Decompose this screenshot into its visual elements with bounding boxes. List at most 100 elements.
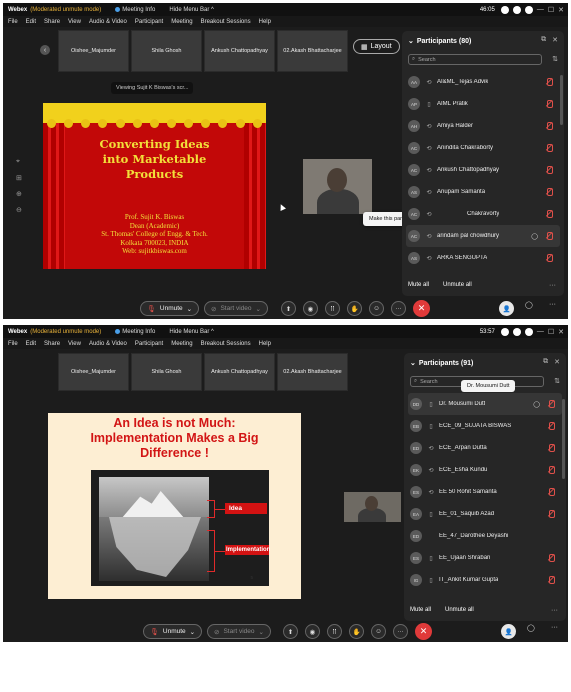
menu-audio-video[interactable]: Audio & Video — [89, 341, 127, 347]
list-item[interactable]: AH ⟲ Amiya Halder — [406, 115, 560, 137]
share-icon[interactable]: ⬆ — [281, 301, 296, 316]
list-item[interactable]: AS ⟲ Anupam Samanta — [406, 181, 560, 203]
speaker-video[interactable] — [344, 492, 401, 522]
minimize-button[interactable]: — — [537, 328, 544, 335]
list-item[interactable]: AP ▯ AIML Pratik — [406, 93, 560, 115]
meeting-info-button[interactable]: Meeting Info — [115, 7, 155, 13]
record-icon[interactable]: ◉ — [303, 301, 318, 316]
mic-muted-icon[interactable] — [546, 210, 553, 218]
more-icon[interactable]: ··· — [549, 301, 556, 308]
mic-muted-icon[interactable] — [548, 554, 555, 562]
zoom-out-icon[interactable]: ⊖ — [16, 206, 22, 214]
menu-edit[interactable]: Edit — [26, 19, 36, 25]
search-input[interactable]: ⌕ Search — [408, 54, 542, 65]
pointer-icon[interactable]: ⌖ — [16, 158, 22, 166]
more-options-icon[interactable]: ··· — [393, 624, 408, 639]
mic-muted-icon[interactable] — [548, 576, 555, 584]
thumbnail-tile[interactable]: Shila Ghosh — [131, 353, 202, 391]
mic-muted-icon[interactable] — [546, 100, 553, 108]
more-icon[interactable]: ··· — [551, 607, 558, 614]
menu-view[interactable]: View — [68, 19, 81, 25]
list-item[interactable]: AC ⟲ Anindita Chakraborty — [406, 137, 560, 159]
thumbnail-tile[interactable]: Shila Ghosh — [131, 30, 202, 72]
list-item[interactable]: AA ⟲ AI&ML_Tejas Advik — [406, 71, 560, 93]
list-item[interactable]: ED ⟲ ECE_Arpan Dutta — [408, 437, 562, 459]
chevron-down-icon[interactable]: ⌄ — [408, 37, 414, 45]
participants-icon[interactable]: 👤 — [501, 624, 516, 639]
close-icon[interactable]: ✕ — [552, 36, 558, 44]
mic-muted-icon[interactable] — [546, 188, 553, 196]
meeting-info-button[interactable]: Meeting Info — [115, 329, 155, 335]
menu-edit[interactable]: Edit — [26, 341, 36, 347]
participants-icon[interactable]: 👤 — [499, 301, 514, 316]
unmute-button[interactable]: 🎙 Unmute ⌄ — [140, 301, 200, 316]
menu-breakout[interactable]: Breakout Sessions — [201, 19, 251, 25]
thumbnail-tile[interactable]: 02.Akash Bhattacharjee — [277, 353, 348, 391]
thumbnail-tile[interactable]: Oishee_Majumder — [58, 30, 129, 72]
list-item[interactable]: ES ⟲ EE 50 Rohit Samanta — [408, 481, 562, 503]
menu-participant[interactable]: Participant — [135, 19, 163, 25]
close-window-button[interactable]: ✕ — [558, 328, 564, 336]
list-item[interactable]: IG ▯ IT_Ankit Kumar Gupta — [408, 569, 562, 591]
reactions-icon[interactable]: ☺ — [371, 624, 386, 639]
scrollbar[interactable] — [562, 399, 565, 479]
list-item[interactable]: EK ⟲ ECE_Esha Kundu — [408, 459, 562, 481]
fit-icon[interactable]: ⊞ — [16, 174, 22, 182]
unmute-button[interactable]: 🎙 Unmute ⌄ — [143, 624, 203, 639]
mute-all-button[interactable]: Mute all — [410, 607, 431, 613]
popout-icon[interactable]: ⧉ — [543, 358, 548, 366]
mic-muted-icon[interactable] — [548, 488, 555, 496]
menu-view[interactable]: View — [68, 341, 81, 347]
leave-meeting-button[interactable]: ✕ — [413, 300, 430, 317]
mic-muted-icon[interactable] — [548, 400, 555, 408]
hide-menu-bar-button[interactable]: Hide Menu Bar ^ — [169, 7, 214, 13]
chevron-down-icon[interactable]: ⌄ — [410, 359, 416, 367]
leave-meeting-button[interactable]: ✕ — [415, 623, 432, 640]
layout-button[interactable]: ▦ Layout — [353, 39, 400, 54]
chat-icon[interactable]: ◯ — [533, 401, 540, 408]
more-options-icon[interactable]: ··· — [391, 301, 406, 316]
zoom-in-icon[interactable]: ⊕ — [16, 190, 22, 198]
mic-muted-icon[interactable] — [548, 466, 555, 474]
maximize-button[interactable]: ☐ — [548, 6, 554, 14]
thumbnail-tile[interactable]: Ankush Chattopadhyay — [204, 353, 275, 391]
sort-icon[interactable]: ⇅ — [554, 377, 560, 385]
menu-meeting[interactable]: Meeting — [171, 341, 192, 347]
menu-meeting[interactable]: Meeting — [171, 19, 192, 25]
mic-muted-icon[interactable] — [548, 510, 555, 518]
raise-hand-icon[interactable]: ✋ — [347, 301, 362, 316]
start-video-button[interactable]: ⊘ Start video ⌄ — [207, 624, 271, 639]
unmute-all-button[interactable]: Unmute all — [445, 607, 474, 613]
apps-icon[interactable]: ⠿ — [325, 301, 340, 316]
list-item[interactable]: ES ▯ EE_Ujaan Shraban — [408, 547, 562, 569]
list-item[interactable]: DD ▯ Dr. Mousumi Dutt ◯ — [408, 393, 562, 415]
record-icon[interactable]: ◉ — [305, 624, 320, 639]
list-item[interactable]: EA ▯ EE_01_Saquib Azad — [408, 503, 562, 525]
popout-icon[interactable]: ⧉ — [541, 36, 546, 44]
unmute-all-button[interactable]: Unmute all — [443, 282, 472, 288]
list-item[interactable]: EB ▯ ECE_09_SUJATA BISWAS — [408, 415, 562, 437]
thumbnail-tile[interactable]: 02.Akash Bhattacharjee — [277, 30, 348, 72]
share-icon[interactable]: ⬆ — [283, 624, 298, 639]
chevron-left-icon[interactable]: ‹ — [40, 45, 50, 55]
mic-muted-icon[interactable] — [548, 444, 555, 452]
apps-icon[interactable]: ⠿ — [327, 624, 342, 639]
chat-icon[interactable]: ◯ — [531, 233, 538, 240]
list-item[interactable]: AC ⟲ Chakravorty — [406, 203, 560, 225]
menu-participant[interactable]: Participant — [135, 341, 163, 347]
minimize-button[interactable]: — — [537, 6, 544, 13]
list-item[interactable]: AS ⟲ ARKA SENGUPTA — [406, 247, 560, 269]
hide-menu-bar-button[interactable]: Hide Menu Bar ^ — [169, 329, 214, 335]
mic-muted-icon[interactable] — [546, 166, 553, 174]
start-video-button[interactable]: ⊘ Start video ⌄ — [204, 301, 268, 316]
mic-muted-icon[interactable] — [546, 232, 553, 240]
list-item[interactable]: ED EE_47_Darothee Deyashi — [408, 525, 562, 547]
thumbnail-tile[interactable]: Ankush Chattopadhyay — [204, 30, 275, 72]
maximize-button[interactable]: ☐ — [548, 328, 554, 336]
speaker-video[interactable] — [303, 159, 372, 214]
chat-icon[interactable]: ◯ — [527, 624, 535, 632]
mic-muted-icon[interactable] — [546, 254, 553, 262]
thumbnail-tile[interactable]: Oishee_Majumder — [58, 353, 129, 391]
list-item[interactable]: AC ⟲ arindam pal chowdhury ◯ — [406, 225, 560, 247]
chat-icon[interactable]: ◯ — [525, 301, 533, 309]
